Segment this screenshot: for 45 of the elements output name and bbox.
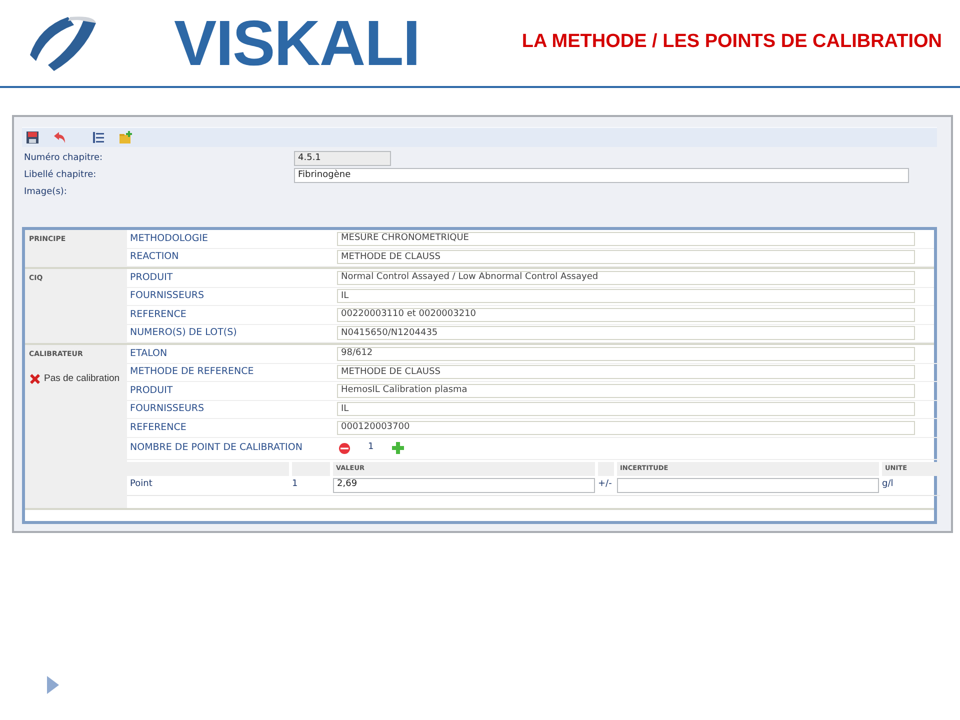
plus-minus-text: +/- [598,478,613,492]
count-value: 1 [368,441,374,454]
logo-text: VISKALI [174,11,420,75]
input-field[interactable]: METHODE DE CLAUSS [337,365,915,380]
input-field[interactable]: IL [337,289,915,304]
remove-icon[interactable] [339,442,350,454]
field-label: Libellé chapitre: [23,168,98,182]
field-label: REFERENCE [129,420,188,435]
undo-icon[interactable] [53,131,66,144]
field-label: REACTION [129,250,180,264]
slide-title: LA METHODE / LES POINTS DE CALIBRATION [522,30,942,54]
bullet-arrow-icon [47,676,59,694]
add-icon[interactable] [392,442,404,454]
point-number: 1 [292,478,299,492]
cross-icon [29,372,41,385]
input-field[interactable]: METHODE DE CLAUSS [337,250,915,264]
input-field[interactable]: 000120003700 [337,420,915,435]
input-field[interactable]: 98/612 [337,346,915,361]
field-label: Numéro chapitre: [23,152,104,165]
save-icon[interactable] [26,131,39,144]
field-label: ETALON [129,346,168,361]
field-label: PRODUIT [129,270,174,285]
input-field[interactable]: N0415650/N1204435 [337,326,915,340]
uncertainty-field[interactable] [617,478,879,492]
input-field[interactable]: HemosIL Calibration plasma [337,384,915,398]
input-field[interactable]: MESURE CHRONOMETRIQUE [337,232,915,246]
input-field[interactable]: IL [337,402,915,416]
field-label: REFERENCE [129,308,188,322]
unit-text: g/l [882,478,894,492]
value-field[interactable]: 2,69 [333,478,595,492]
row-label: Point [129,478,154,492]
field-label: METHODOLOGIE [129,232,210,246]
folder-add-icon[interactable] [119,131,133,144]
field-label: NUMERO(S) DE LOT(S) [129,326,238,340]
field-label: METHODE DE REFERENCE [129,365,255,380]
field-label: PRODUIT [129,384,174,398]
list-icon[interactable] [92,131,105,144]
status-text: Pas de calibration [44,372,120,386]
input-field[interactable]: Fibrinogène [294,168,909,183]
input-field[interactable]: 00220003110 et 0020003210 [337,308,915,322]
field-label: FOURNISSEURS [129,289,206,304]
field-label: FOURNISSEURS [129,402,206,416]
field-label: Image(s): [23,186,68,199]
input-field[interactable]: Normal Control Assayed / Low Abnormal Control Assayed [337,270,915,285]
field-label: NOMBRE DE POINT DE CALIBRATION [129,440,304,455]
